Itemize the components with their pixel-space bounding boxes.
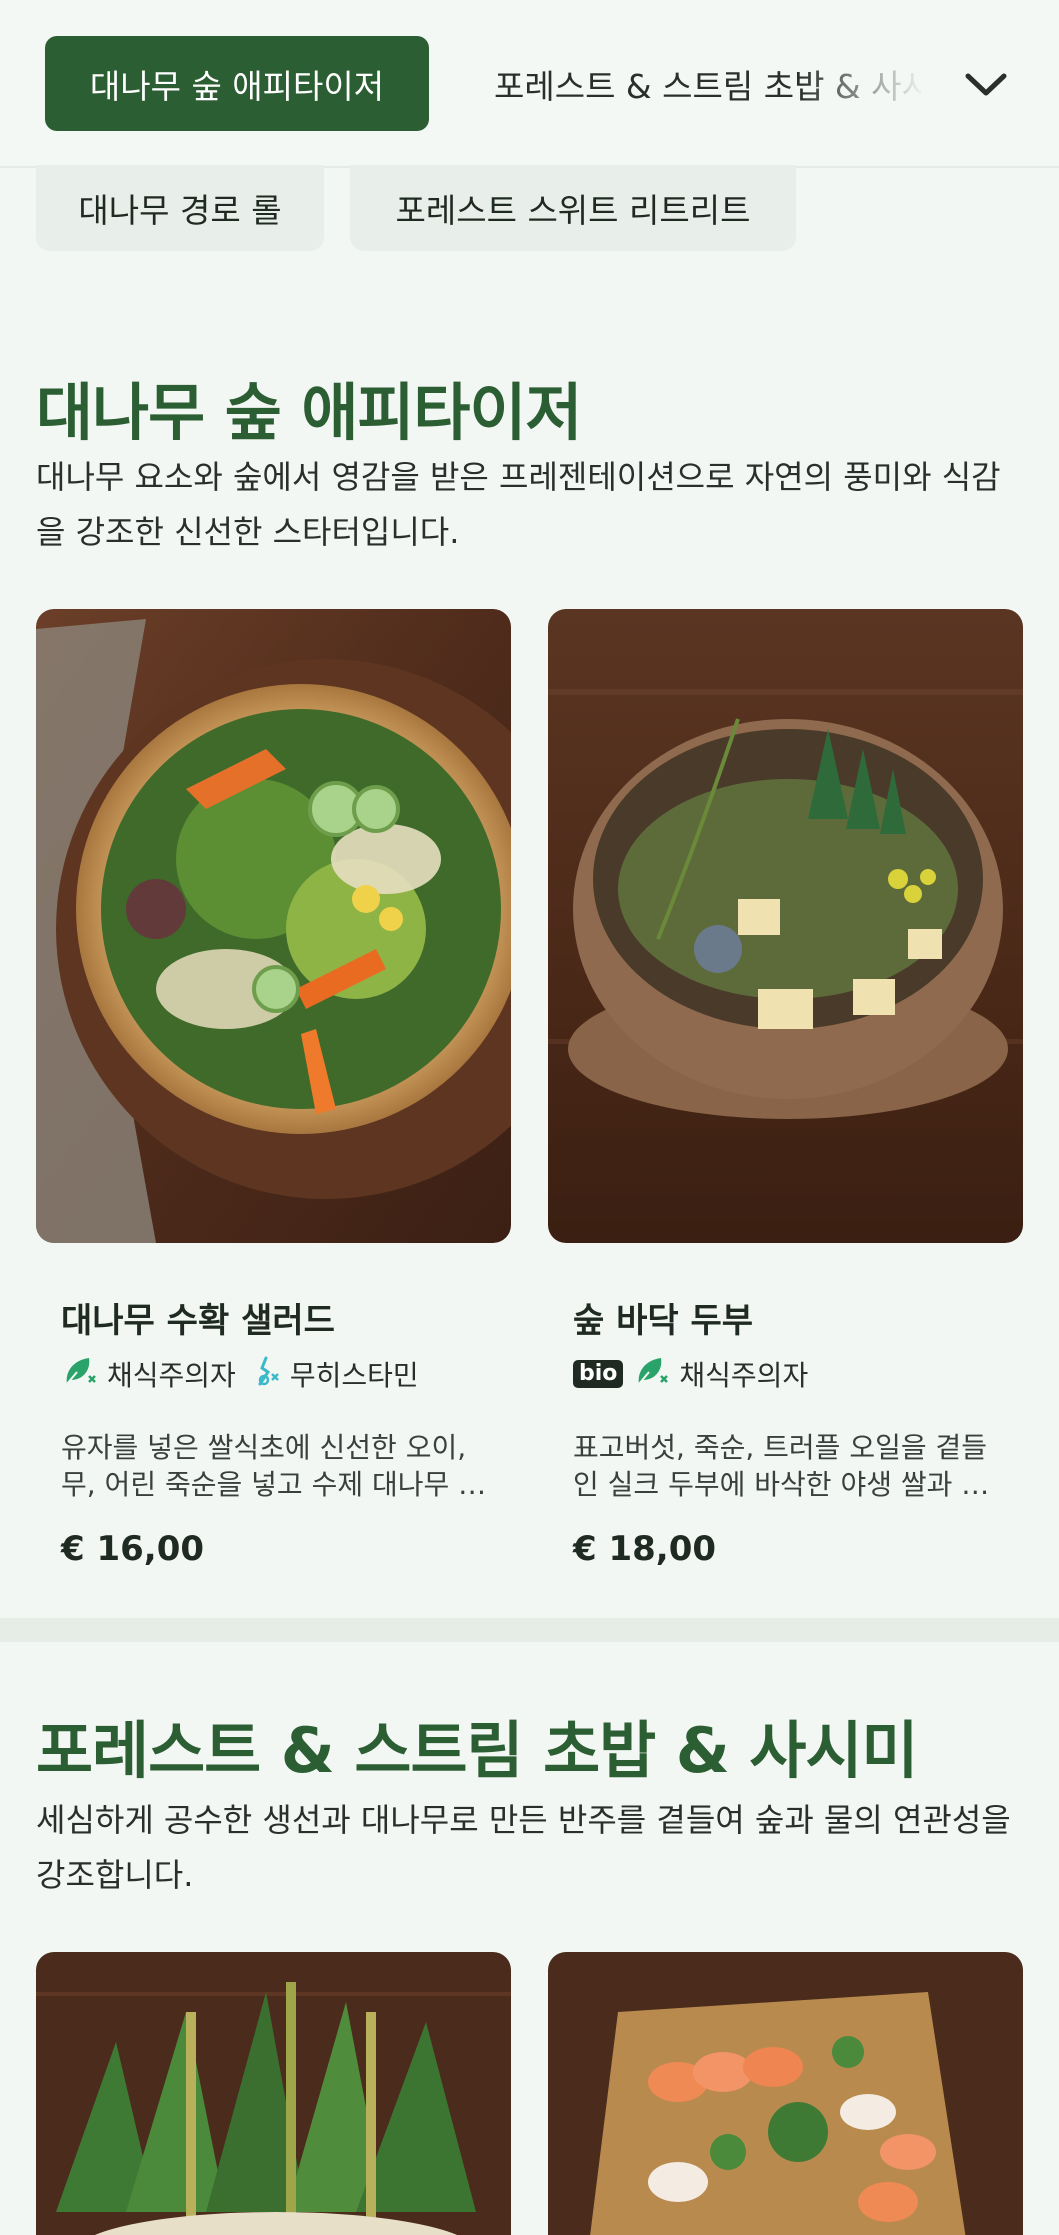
menu-item-card[interactable] — [548, 1952, 1023, 2235]
chevron-down-icon[interactable] — [960, 58, 1012, 110]
tofu-image — [548, 609, 1023, 1243]
salad-image — [36, 609, 511, 1243]
section-title: 대나무 숲 애피타이저 — [36, 376, 583, 449]
menu-item-card[interactable] — [36, 1952, 511, 2235]
bamboo-sushi-image — [36, 1952, 511, 2235]
chip-bamboo-path-rolls[interactable]: 대나무 경로 롤 — [36, 165, 324, 251]
tab-label: 대나무 숲 애피타이저 — [89, 66, 385, 106]
sashimi-image — [548, 1952, 1023, 2235]
item-price: € 16,00 — [61, 1529, 205, 1569]
chip-label: 대나무 경로 롤 — [78, 191, 282, 230]
item-name: 숲 바닥 두부 — [573, 1301, 754, 1341]
histamine-free-icon — [252, 1354, 282, 1395]
tab-overflow-fade — [800, 36, 940, 131]
chip-label: 포레스트 스위트 리트리트 — [395, 191, 751, 230]
section-description: 대나무 요소와 숲에서 영감을 받은 프레젠테이션으로 자연의 풍미와 식감을 … — [36, 458, 1001, 551]
section-title: 포레스트 & 스트림 초밥 & 사시미 — [36, 1714, 919, 1787]
menu-item-card[interactable]: 숲 바닥 두부 bio 채식주의자 표고버섯, 죽순, 트러플 오일을 곁들인 … — [548, 609, 1023, 1569]
badge-vegan: 채식주의자 — [633, 1354, 808, 1395]
dietary-badges: bio 채식주의자 — [573, 1354, 808, 1394]
badge-histamine-free: 무히스타민 — [252, 1354, 419, 1395]
item-description: 표고버섯, 죽순, 트러플 오일을 곁들인 실크 두부에 바삭한 야생 쌀과 … — [573, 1431, 990, 1501]
section-description: 세심하게 공수한 생선과 대나무로 만든 반주를 곁들여 숲과 물의 연관성을 … — [36, 1801, 1011, 1894]
badge-label: 채식주의자 — [679, 1359, 809, 1392]
category-nav: 대나무 숲 애피타이저 포레스트 & 스트림 초밥 & 사시미 — [0, 0, 1059, 168]
dietary-badges: 채식주의자 무히스타민 — [61, 1354, 419, 1394]
item-name: 대나무 수확 샐러드 — [61, 1301, 335, 1341]
item-description: 유자를 넣은 쌀식초에 신선한 오이, 무, 어린 죽순을 넣고 수제 대나무 … — [61, 1431, 487, 1501]
badge-label: 무히스타민 — [289, 1359, 419, 1392]
tab-bamboo-forest-appetizers[interactable]: 대나무 숲 애피타이저 — [45, 36, 429, 131]
section-divider — [0, 1618, 1059, 1642]
badge-label: 채식주의자 — [107, 1359, 236, 1392]
vegan-leaf-icon — [633, 1354, 671, 1395]
chip-forest-sweet-retreat[interactable]: 포레스트 스위트 리트리트 — [350, 165, 796, 251]
item-price: € 18,00 — [573, 1529, 717, 1569]
menu-item-card[interactable]: 대나무 수확 샐러드 채식주의자 무히스타민 유자를 넣은 쌀식초에 신선한 오… — [36, 609, 511, 1569]
vegan-leaf-icon — [61, 1354, 99, 1395]
badge-vegan: 채식주의자 — [61, 1354, 236, 1395]
bio-badge: bio — [573, 1360, 624, 1388]
